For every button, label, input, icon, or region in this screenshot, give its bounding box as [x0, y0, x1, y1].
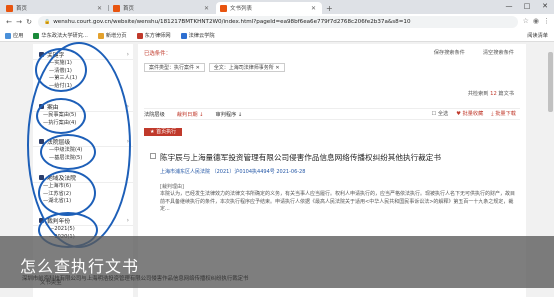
bookmark-new-page[interactable]: 新增分页 — [97, 32, 127, 39]
result-title-link[interactable]: 深圳市前海科技有限公司与上海明浩投资管理有限公司侵害作品信息网络传播权纠纷执行裁… — [22, 274, 248, 282]
bookmarks-bar: 应用 华东政法大学研究... 新增分页 东方律师网 法律云学院 阅读清单 — [0, 30, 554, 42]
basis-label: [裁判理由] — [160, 184, 184, 190]
tab-close-icon[interactable]: ✕ — [97, 5, 102, 12]
result-count: 共检索到 12 篇文书 — [467, 91, 514, 97]
profile-icon[interactable]: ◉ — [533, 17, 539, 25]
chevron-right-icon: › — [126, 217, 129, 224]
result-checkbox[interactable] — [150, 153, 156, 159]
forward-icon[interactable]: → — [14, 18, 24, 26]
close-window-button[interactable]: ✕ — [536, 0, 554, 14]
bookmark-lawyer-net[interactable]: 东方律师网 — [136, 32, 171, 39]
tab-close-icon[interactable]: ✕ — [311, 5, 316, 12]
menu-icon[interactable]: ⋮ — [543, 17, 550, 25]
sort-court-level[interactable]: 法院层级 — [144, 111, 165, 118]
result-meta: 上海市浦东区人民法院 （2021）沪0104执4494号 2021-06-28 — [160, 169, 306, 175]
sort-judgment-date[interactable]: 裁判日期 ↓ — [177, 111, 204, 118]
browser-tab-2[interactable]: 首页 ✕ — [109, 2, 215, 14]
lock-icon: 🔒 — [44, 19, 51, 25]
maximize-button[interactable]: □ — [518, 0, 536, 14]
star-icon[interactable]: ☆ — [523, 17, 529, 25]
url-text: wenshu.court.gov.cn/website/wenshu/18121… — [53, 19, 411, 25]
bookmark-law-cloud[interactable]: 法律云学院 — [180, 32, 215, 39]
bookmark-icon — [136, 32, 143, 39]
sort-procedure[interactable]: 审判程序 ↓ — [216, 111, 243, 118]
save-search-link[interactable]: 保存搜索条件 — [434, 49, 465, 56]
selected-conditions: 已选条件： — [144, 51, 171, 57]
result-title-link[interactable]: 陈宇辰与上海量德军投资管理有限公司侵害作品信息网络传播权纠纷其他执行裁定书 — [160, 152, 441, 163]
filter-chip-case-type[interactable]: 案件类型：执行案件 ✕ — [144, 63, 205, 72]
highlight-oval-sidebar — [27, 42, 131, 248]
court-favicon-icon — [6, 5, 13, 12]
back-icon[interactable]: ← — [4, 18, 14, 26]
batch-favorite-button[interactable]: ♥ 批量收藏 — [456, 110, 483, 118]
filter-chip-fulltext[interactable]: 全文：上海司法律师事务所 ✕ — [208, 63, 285, 72]
bookmark-icon — [97, 32, 104, 39]
tab-label: 首页 — [16, 6, 28, 12]
filter-chips: 案件类型：执行案件 ✕ 全文：上海司法律师事务所 ✕ — [144, 63, 285, 72]
sort-bar: 法院层级 裁判日期 ↓ 审判程序 ↓ ☐ 全选 ♥ 批量收藏 ⤓ 批量下载 — [144, 108, 520, 120]
url-input[interactable]: 🔒 wenshu.court.gov.cn/website/wenshu/181… — [38, 16, 518, 28]
search-actions: 保存搜索条件 清空搜索条件 — [434, 49, 514, 56]
bookmark-ecupl[interactable]: 华东政法大学研究... — [33, 32, 88, 39]
court-favicon-icon — [220, 5, 227, 12]
tab-label: 文书列表 — [230, 6, 253, 12]
browser-tab-3[interactable]: 文书列表 ✕ — [216, 2, 322, 14]
apps-icon — [5, 32, 11, 39]
new-tab-button[interactable]: + — [326, 4, 333, 13]
tab-label: 首页 — [123, 6, 135, 12]
window-controls: — □ ✕ — [500, 0, 554, 14]
bookmark-icon — [180, 32, 187, 39]
reading-list-button[interactable]: 阅读清单 — [527, 32, 548, 39]
scrollbar-thumb[interactable] — [548, 52, 553, 112]
result-excerpt: 本院认为，已经发生法律效力的法律文书所确定的义务，有关当事人应当履行。权利人申请… — [160, 191, 516, 213]
minimize-button[interactable]: — — [500, 0, 518, 14]
browser-tab-1[interactable]: 首页 ✕ — [2, 2, 109, 14]
batch-actions: ☐ 全选 ♥ 批量收藏 ⤓ 批量下载 — [432, 110, 521, 118]
bookmark-icon — [33, 32, 40, 39]
reload-icon[interactable]: ↻ — [24, 18, 34, 26]
chevron-right-icon: › — [126, 51, 129, 58]
case-badge: ★ 首页执行 — [144, 128, 183, 136]
tab-strip: 首页 ✕ 首页 ✕ 文书列表 ✕ + — □ ✕ — [0, 0, 554, 14]
select-all-checkbox[interactable]: ☐ 全选 — [432, 110, 449, 118]
batch-download-button[interactable]: ⤓ 批量下载 — [491, 110, 516, 118]
clear-search-link[interactable]: 清空搜索条件 — [483, 49, 514, 56]
toolbar-icons: ☆ ◉ ⋮ — [523, 17, 550, 25]
bookmark-apps[interactable]: 应用 — [5, 32, 23, 39]
tab-close-icon[interactable]: ✕ — [204, 5, 209, 12]
address-bar-row: ← → ↻ 🔒 wenshu.court.gov.cn/website/wens… — [0, 14, 554, 30]
court-favicon-icon — [113, 5, 120, 12]
